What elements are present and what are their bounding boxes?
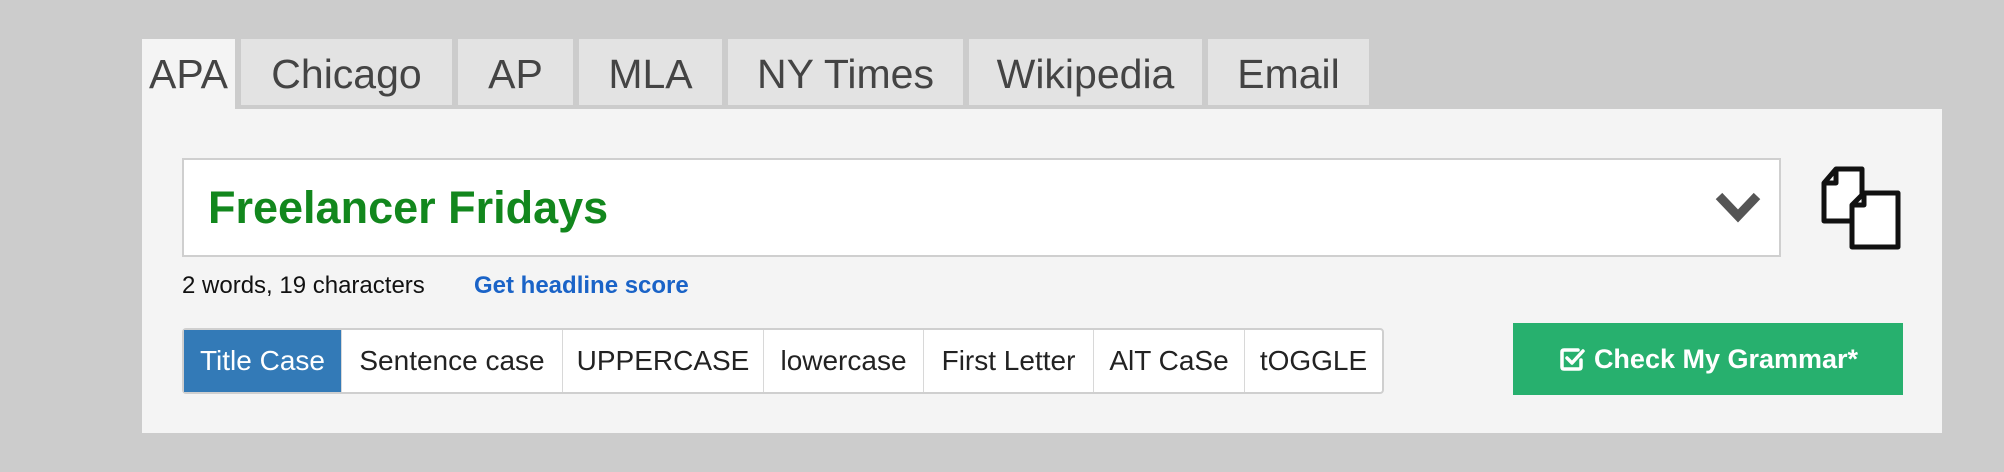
case-options: Title Case Sentence case UPPERCASE lower… bbox=[182, 328, 1384, 394]
converter-panel: 2 words, 19 characters Get headline scor… bbox=[142, 109, 1942, 433]
tab-apa[interactable]: APA bbox=[142, 39, 235, 109]
headline-score-link[interactable]: Get headline score bbox=[474, 272, 689, 300]
case-title-button[interactable]: Title Case bbox=[184, 330, 342, 392]
check-grammar-label: Check My Grammar* bbox=[1593, 343, 1859, 374]
tab-ap[interactable]: AP bbox=[458, 39, 573, 105]
tab-ny-times[interactable]: NY Times bbox=[728, 39, 963, 105]
chevron-down-icon[interactable] bbox=[1713, 186, 1763, 230]
case-alt-button[interactable]: AlT CaSe bbox=[1094, 330, 1245, 392]
tab-email[interactable]: Email bbox=[1208, 39, 1369, 105]
case-toggle-button[interactable]: tOGGLE bbox=[1245, 330, 1382, 392]
style-tabs: APA Chicago AP MLA NY Times Wikipedia Em… bbox=[142, 39, 1375, 109]
headline-input[interactable] bbox=[184, 160, 1684, 255]
copy-icon[interactable] bbox=[1818, 165, 1906, 251]
tab-chicago[interactable]: Chicago bbox=[241, 39, 452, 105]
tab-mla[interactable]: MLA bbox=[579, 39, 722, 105]
case-uppercase-button[interactable]: UPPERCASE bbox=[563, 330, 764, 392]
check-grammar-button[interactable]: Check My Grammar* bbox=[1513, 323, 1903, 395]
case-first-letter-button[interactable]: First Letter bbox=[924, 330, 1094, 392]
headline-field bbox=[182, 158, 1781, 257]
check-square-icon bbox=[1558, 345, 1586, 373]
word-character-count: 2 words, 19 characters bbox=[182, 272, 425, 299]
case-sentence-button[interactable]: Sentence case bbox=[342, 330, 563, 392]
tab-wikipedia[interactable]: Wikipedia bbox=[969, 39, 1202, 105]
case-lowercase-button[interactable]: lowercase bbox=[764, 330, 924, 392]
